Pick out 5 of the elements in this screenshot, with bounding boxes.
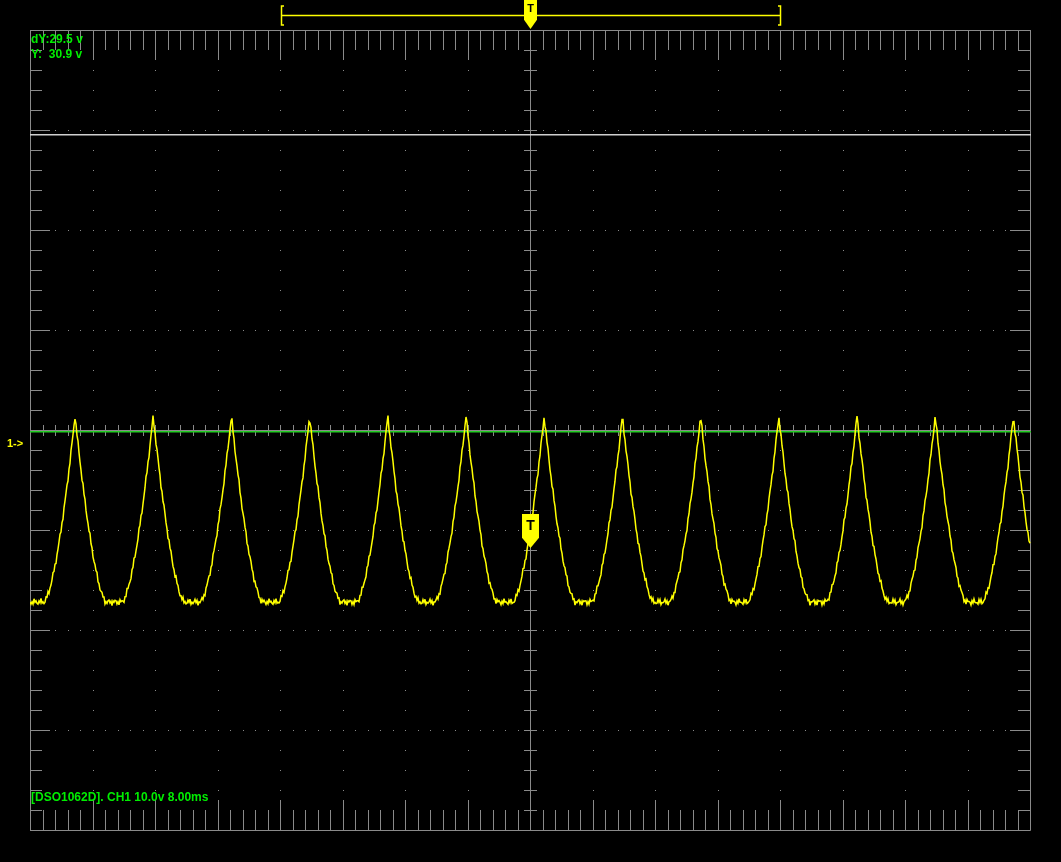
channel-marker: 1-> [7, 438, 24, 449]
cursor-readout: Y: 30.9 v [31, 47, 83, 62]
trigger-position-marker: T [524, 0, 537, 29]
trigger-level-marker: T [522, 514, 539, 548]
status-text: [DSO1062D]. CH1 10.0v 8.00ms [31, 791, 209, 803]
